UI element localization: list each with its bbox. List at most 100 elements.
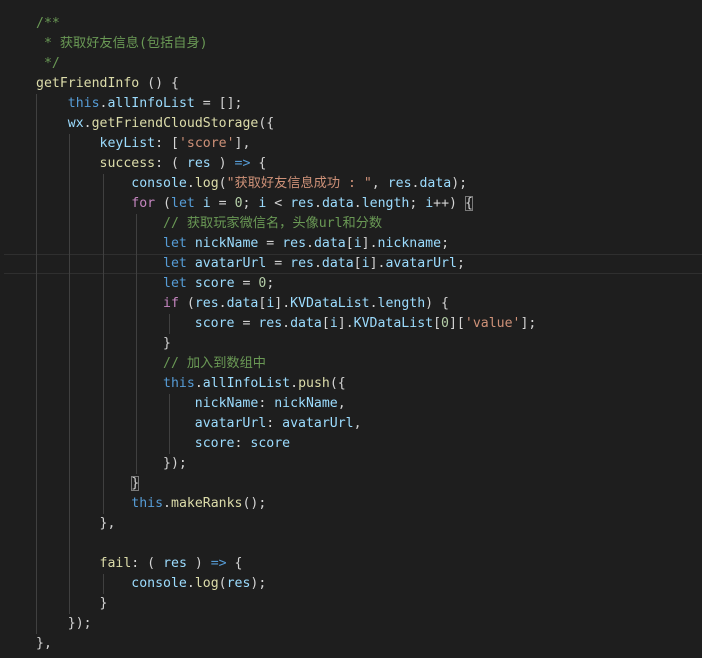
code-token: ; xyxy=(266,276,275,291)
code-token: let xyxy=(163,276,187,291)
code-token: console xyxy=(131,576,187,591)
code-token: if xyxy=(163,296,179,311)
code-token: ]. xyxy=(337,316,354,331)
code-token: < xyxy=(266,196,291,211)
code-token: res xyxy=(387,176,412,191)
code-line[interactable]: success: ( res ) => { xyxy=(36,154,267,174)
code-token: for xyxy=(131,196,156,211)
code-token: KVDataList xyxy=(353,316,434,331)
code-token: let xyxy=(171,196,195,211)
code-line[interactable]: } xyxy=(36,594,108,614)
code-line[interactable]: // 获取玩家微信名，头像url和分数 xyxy=(36,214,382,234)
code-line[interactable]: }); xyxy=(36,614,92,634)
code-line[interactable]: }); xyxy=(36,454,187,474)
code-line[interactable]: if (res.data[i].KVDataList.length) { xyxy=(36,294,449,314)
code-token: ]. xyxy=(369,256,386,271)
code-line[interactable]: fail: ( res ) => { xyxy=(36,554,243,574)
code-token: KVDataList xyxy=(290,296,370,311)
code-line[interactable]: score = res.data[i].KVDataList[0]['value… xyxy=(36,314,537,334)
code-line[interactable]: /** xyxy=(36,14,60,34)
code-token: ({ xyxy=(258,116,275,131)
code-token: = xyxy=(258,236,283,251)
code-line[interactable]: this.allInfoList.push({ xyxy=(36,374,346,394)
code-token: data xyxy=(290,316,322,331)
code-token: . xyxy=(313,256,322,271)
code-line[interactable]: this.allInfoList = []; xyxy=(36,94,243,114)
code-token: 0 xyxy=(234,196,243,211)
code-line[interactable]: for (let i = 0; i < res.data.length; i++… xyxy=(36,194,473,214)
code-token: . xyxy=(218,296,227,311)
code-token: . xyxy=(83,116,92,131)
code-token: avatarUrl xyxy=(385,256,457,271)
code-token: ) { xyxy=(425,296,449,311)
code-token: [ xyxy=(353,256,362,271)
code-line[interactable]: } xyxy=(36,334,171,354)
code-token: ++) xyxy=(433,196,465,211)
code-line[interactable]: getFriendInfo () { xyxy=(36,74,179,94)
code-token: * 获取好友信息(包括自身) xyxy=(36,36,208,51)
code-token: log xyxy=(194,176,219,191)
code-token: i xyxy=(425,196,434,211)
code-token: (); xyxy=(242,496,267,511)
code-token: data xyxy=(419,176,452,191)
code-token: this xyxy=(163,376,195,391)
code-token: . xyxy=(290,376,299,391)
code-token: }, xyxy=(36,516,116,531)
code-token: }, xyxy=(36,636,52,651)
code-token: push xyxy=(298,376,330,391)
code-line[interactable]: }, xyxy=(36,514,116,534)
code-token: { xyxy=(250,156,267,171)
code-line[interactable]: */ xyxy=(36,54,60,74)
code-token: res xyxy=(194,296,219,311)
code-token: data xyxy=(313,236,346,251)
code-line[interactable]: wx.getFriendCloudStorage({ xyxy=(36,114,274,134)
code-token: : xyxy=(258,396,275,411)
code-editor[interactable]: /** * 获取好友信息(包括自身) */getFriendInfo () { … xyxy=(0,0,702,658)
code-line[interactable]: score: score xyxy=(36,434,290,454)
code-line[interactable]: // 加入到数组中 xyxy=(36,354,266,374)
code-line[interactable]: nickName: nickName, xyxy=(36,394,346,414)
code-token: i xyxy=(361,256,370,271)
code-token: = []; xyxy=(194,96,243,111)
code-line[interactable]: avatarUrl: avatarUrl, xyxy=(36,414,362,434)
code-token: allInfoList xyxy=(107,96,195,111)
code-token: = xyxy=(234,316,259,331)
code-line[interactable]: let score = 0; xyxy=(36,274,274,294)
code-line[interactable]: * 获取好友信息(包括自身) xyxy=(36,34,208,54)
code-token: ) xyxy=(186,556,211,571)
code-token: [ xyxy=(321,316,330,331)
code-token: => xyxy=(210,556,227,571)
code-line[interactable]: keyList: ['score'], xyxy=(36,134,251,154)
code-token: . xyxy=(194,376,203,391)
code-token: . xyxy=(314,196,322,211)
code-token: } xyxy=(36,336,171,351)
code-token: nickname xyxy=(377,236,442,251)
code-token: nickName xyxy=(194,396,259,411)
code-token: => xyxy=(234,156,251,171)
code-line[interactable]: let avatarUrl = res.data[i].avatarUrl; xyxy=(36,254,465,274)
code-line[interactable]: console.log("获取好友信息成功 : ", res.data); xyxy=(36,174,467,194)
code-token: // 加入到数组中 xyxy=(163,356,266,371)
code-token: ]; xyxy=(520,316,537,331)
code-line[interactable]: this.makeRanks(); xyxy=(36,494,266,514)
code-line[interactable]: console.log(res); xyxy=(36,574,266,594)
code-token: . xyxy=(186,576,195,591)
code-token: let xyxy=(163,256,187,271)
code-token: , xyxy=(371,176,388,191)
code-token: ; xyxy=(456,256,465,271)
matched-bracket: } xyxy=(131,476,140,491)
code-line[interactable]: let nickName = res.data[i].nickname; xyxy=(36,234,449,254)
code-token: data xyxy=(321,256,354,271)
code-token: { xyxy=(226,556,243,571)
code-line[interactable]: } xyxy=(36,474,140,494)
code-token: nickName xyxy=(274,396,338,411)
code-token: : [ xyxy=(155,136,179,151)
code-line[interactable]: }, xyxy=(36,634,52,654)
